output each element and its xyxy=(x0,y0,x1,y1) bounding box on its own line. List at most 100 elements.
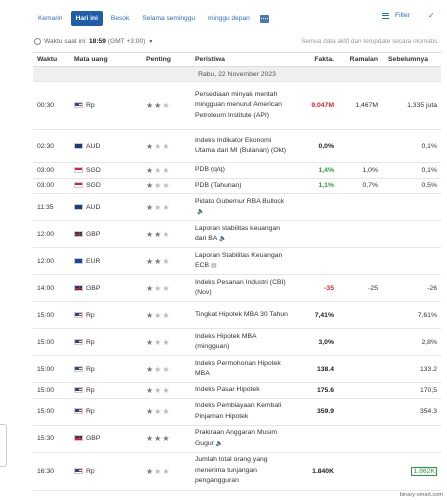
row-event[interactable]: Laporan stabilitas keuangan dari BA 🔈 xyxy=(191,220,292,248)
event-name[interactable]: Prakiraan Anggaran Musim Gugur xyxy=(195,429,277,447)
row-time: 12:00 xyxy=(33,220,70,248)
event-name[interactable]: Laporan Stabilitas Keuangan ECB xyxy=(195,252,282,270)
row-actual: 9.047M xyxy=(292,81,338,130)
row-event[interactable]: Indeks Pasar Hipotek xyxy=(191,382,292,399)
tab-this-week[interactable]: Selama seminggu xyxy=(137,11,200,26)
row-actual: -35 xyxy=(292,274,338,302)
current-time[interactable]: Waktu saat ini: 18:59 (GMT +3:00) ▼ xyxy=(34,38,153,45)
row-actual: 1,1% xyxy=(292,178,338,194)
table-row[interactable]: 15:00 Rp ★★★ Tingkat Hipotek MBA 30 Tahun 7,… xyxy=(33,301,441,329)
row-event[interactable]: Pidato Gubernur RBA Bullock 🔈 xyxy=(191,193,292,221)
table-row[interactable]: 15:00 Rp ★★★ Indeks Pasar Hipotek 175.6 170,5 xyxy=(33,382,441,399)
event-name[interactable]: Indeks Pasar Hipotek xyxy=(195,386,260,393)
row-importance: ★★★ xyxy=(142,301,191,329)
table-row[interactable]: 15:00 Rp ★★★ Indeks Hipotek MBA (mingguan) 3… xyxy=(33,328,441,356)
row-event[interactable]: Laporan Stabilitas Keuangan ECB ▤ xyxy=(191,247,292,275)
star-icon: ★ xyxy=(162,141,171,151)
table-row[interactable]: 03:00 SGD ★★★ PDB (q/q) 1,4% 1,0% 0,1% xyxy=(33,162,441,179)
row-currency: SGD xyxy=(70,162,142,179)
filter-button[interactable]: Filter xyxy=(382,12,410,19)
row-event[interactable]: PDB (Tahunan) xyxy=(191,178,292,194)
star-icon: ★ xyxy=(146,407,155,416)
star-icon: ★ xyxy=(162,229,171,239)
row-event[interactable]: Indeks Pesanan Industri (CBI) (Nov) xyxy=(191,274,292,302)
importance-stars: ★★★ xyxy=(146,386,171,395)
event-name[interactable]: Persediaan minyak mentah mingguan menuru… xyxy=(195,91,282,119)
date-row: Rabu, 22 November 2023 xyxy=(33,66,441,82)
table-row[interactable]: 03:00 SGD ★★★ PDB (Tahunan) 1,1% 0,7% 0,5% xyxy=(33,178,441,194)
row-currency: GBP xyxy=(70,220,142,248)
row-currency: Rp xyxy=(70,355,142,383)
currency-code: GBP xyxy=(86,284,101,292)
currency-code: AUD xyxy=(86,142,101,150)
row-importance: ★★★ xyxy=(142,247,191,275)
table-row[interactable]: 15:00 Rp ★★★ Indeks Pembiayaan Kembali Pinj… xyxy=(33,398,441,426)
event-name[interactable]: Indeks Hipotek MBA (mingguan) xyxy=(195,333,256,351)
row-event[interactable]: Indeks Hipotek MBA (mingguan) xyxy=(191,328,292,356)
event-name[interactable]: Pidato Gubernur RBA Bullock xyxy=(195,198,284,205)
table-row[interactable]: 15:00 Rp ★★★ Indeks Permohonan Hipotek MBA 1… xyxy=(33,355,441,383)
checkmark-icon[interactable]: ✓ xyxy=(428,11,435,20)
flag-sg-icon xyxy=(74,182,83,189)
star-icon: ★ xyxy=(162,337,171,347)
importance-stars: ★★★ xyxy=(146,230,171,239)
row-previous: 0,1% xyxy=(382,162,441,179)
time-zone: (GMT +3:00) xyxy=(107,38,146,45)
header-event: Peristiwa xyxy=(191,52,292,67)
table-row[interactable]: 16:30 Rp ★★★ Jumlah total orang yang meneri… xyxy=(33,452,441,491)
star-icon: ★ xyxy=(146,229,155,239)
table-row[interactable]: 11:35 AUD ★★★ Pidato Gubernur RBA Bullock🔈 xyxy=(33,193,441,221)
row-event[interactable]: PDB (q/q) xyxy=(191,162,292,179)
currency-code: GBP xyxy=(86,435,101,442)
importance-stars: ★★★ xyxy=(146,434,171,443)
event-name[interactable]: Laporan stabilitas keuangan dari BA xyxy=(195,225,280,243)
row-event[interactable]: Indeks Pembiayaan Kembali Pinjaman Hipot… xyxy=(191,398,292,426)
row-event[interactable]: Jumlah total orang yang menerima tunjang… xyxy=(191,452,292,491)
star-icon: ★ xyxy=(146,141,155,151)
tab-yesterday[interactable]: Kemarin xyxy=(33,11,68,26)
event-name[interactable]: Indeks Permohonan Hipotek MBA xyxy=(195,360,281,378)
event-name[interactable]: Indeks Pesanan Industri (CBI) (Nov) xyxy=(195,279,286,297)
event-name[interactable]: Indeks Indikator Ekonomi Utama dari MI (… xyxy=(195,137,286,155)
row-importance: ★★★ xyxy=(142,193,191,221)
tab-next-week[interactable]: minggu depan xyxy=(203,11,255,26)
row-currency: Rp xyxy=(70,398,142,426)
row-importance: ★★★ xyxy=(142,81,191,130)
table-row[interactable]: 02:30 AUD ★★★ Indeks Indikator Ekonomi Utam… xyxy=(33,129,441,163)
tab-tomorrow[interactable]: Besok xyxy=(106,11,134,26)
table-row[interactable]: 15:30 GBP ★★★ Prakiraan Anggaran Musim Gugu… xyxy=(33,425,441,453)
document-icon: ▤ xyxy=(210,263,217,269)
event-name[interactable]: Indeks Pembiayaan Kembali Pinjaman Hipot… xyxy=(195,402,281,420)
calendar-icon[interactable] xyxy=(259,14,269,23)
currency-code: Rp xyxy=(86,311,95,319)
event-name[interactable]: PDB (q/q) xyxy=(195,166,225,173)
event-name[interactable]: Jumlah total orang yang menerima tunjang… xyxy=(195,456,268,484)
tab-today[interactable]: Hari ini xyxy=(70,11,103,26)
row-event[interactable]: Indeks Indikator Ekonomi Utama dari MI (… xyxy=(191,129,292,163)
event-name[interactable]: PDB (Tahunan) xyxy=(195,182,241,189)
star-icon: ★ xyxy=(146,181,155,191)
row-forecast xyxy=(338,452,382,491)
row-currency: Rp xyxy=(70,81,142,130)
table-row[interactable]: 12:00 EUR ★★★ Laporan Stabilitas Keuangan E… xyxy=(33,247,441,275)
row-currency: Rp xyxy=(70,301,142,329)
table-row[interactable]: 14:00 GBP ★★★ Indeks Pesanan Industri (CBI)… xyxy=(33,274,441,302)
flag-us-icon xyxy=(74,408,83,415)
row-event[interactable]: Prakiraan Anggaran Musim Gugur 🔈 xyxy=(191,425,292,453)
star-icon: ★ xyxy=(162,165,171,175)
flag-au-icon xyxy=(74,203,83,210)
table-row[interactable]: 00:30 Rp ★★★ Persediaan minyak mentah mingg… xyxy=(33,81,441,130)
flag-au-icon xyxy=(74,142,83,149)
star-icon: ★ xyxy=(146,466,155,476)
row-event[interactable]: Tingkat Hipotek MBA 30 Tahun xyxy=(191,301,292,329)
row-importance: ★★★ xyxy=(142,274,191,302)
row-event[interactable]: Indeks Permohonan Hipotek MBA xyxy=(191,355,292,383)
event-name[interactable]: Tingkat Hipotek MBA 30 Tahun xyxy=(195,311,288,318)
importance-stars: ★★★ xyxy=(146,365,171,374)
row-event[interactable]: Persediaan minyak mentah mingguan menuru… xyxy=(191,81,292,130)
row-forecast xyxy=(338,247,382,275)
table-row[interactable]: 12:00 GBP ★★★ Laporan stabilitas keuangan d… xyxy=(33,220,441,248)
row-forecast xyxy=(338,129,382,163)
side-tab[interactable] xyxy=(0,424,7,467)
currency-code: Rp xyxy=(86,338,95,346)
